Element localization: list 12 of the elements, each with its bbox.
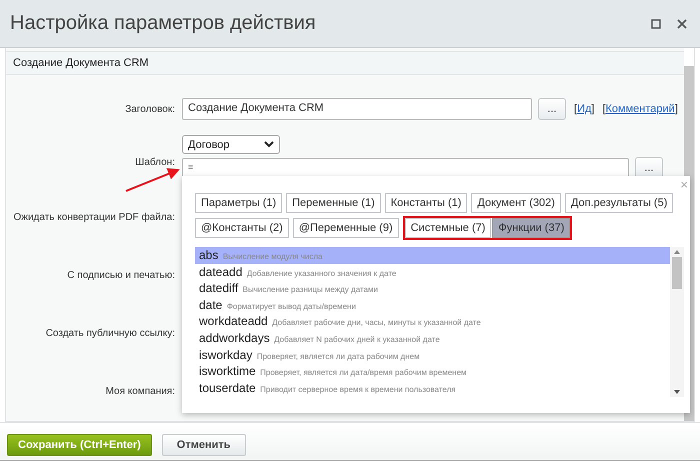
window-title: Настройка параметров действия (10, 12, 317, 35)
field-label: Создать публичную ссылку: (44, 328, 176, 338)
field-label: Моя компания: (104, 386, 176, 396)
field-label: Заголовок: (124, 104, 176, 114)
bracket: [ (574, 103, 578, 115)
bracket: ] (591, 103, 594, 115)
field-label: Ожидать конвертации PDF файла: (12, 212, 176, 222)
bracket: [ (602, 103, 606, 115)
section-title: Создание Документа CRM (13, 57, 149, 69)
field-label: Шаблон: (134, 156, 176, 168)
field-label: С подписью и печатью: (66, 270, 176, 280)
bracket: ] (674, 103, 678, 115)
